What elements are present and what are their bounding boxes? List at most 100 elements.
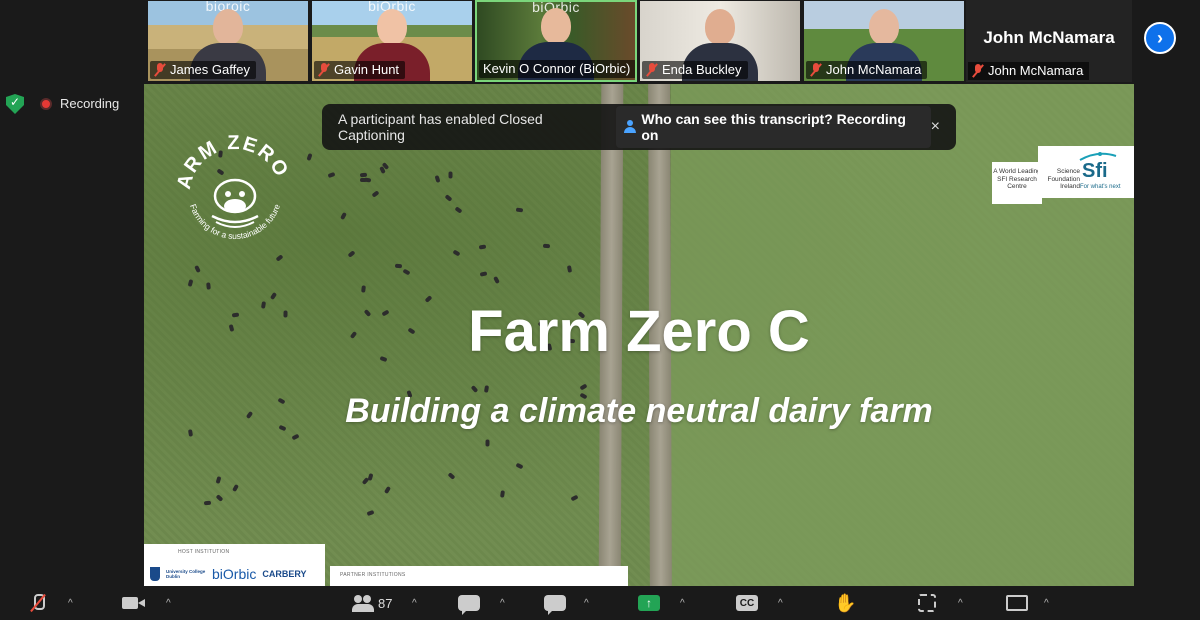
share-screen-button[interactable]: ↑ <box>638 592 660 614</box>
cow <box>216 476 222 484</box>
security-shield-icon[interactable] <box>6 94 24 114</box>
participants-button[interactable]: 87 <box>352 592 392 614</box>
cow <box>444 193 453 202</box>
host-caption: HOST INSTITUTION <box>178 549 230 555</box>
cow <box>361 477 369 486</box>
cow <box>359 172 368 177</box>
cow <box>193 264 201 273</box>
participant-name: James Gaffey <box>170 62 250 77</box>
participant-nameplate: John McNamara <box>806 61 928 79</box>
cow <box>447 472 456 481</box>
share-screen-icon: ↑ <box>638 595 660 611</box>
person-info-icon <box>623 120 636 134</box>
avatar <box>705 9 735 45</box>
cow <box>479 271 487 278</box>
mic-muted-icon <box>972 64 984 78</box>
cow <box>275 254 284 263</box>
shared-screen: FARM ZERO C Farming for a sustainable fu… <box>144 84 1134 586</box>
participant-name: John McNamara <box>826 62 922 77</box>
apps-icon <box>918 594 936 612</box>
cow <box>306 153 313 162</box>
participant-tile-no-video[interactable]: John McNamara John McNamara <box>966 0 1132 82</box>
cc-icon: CC <box>736 595 758 611</box>
video-button[interactable] <box>122 592 146 614</box>
cow <box>516 207 524 213</box>
notice-text: A participant has enabled Closed Caption… <box>338 111 543 143</box>
sfi-tagline: For what's next <box>1080 184 1121 190</box>
apps-options-caret[interactable]: ^ <box>958 592 963 614</box>
cow <box>215 494 224 502</box>
participant-nameplate: Gavin Hunt <box>314 61 406 79</box>
video-options-caret[interactable]: ^ <box>166 592 171 614</box>
participant-nameplate: James Gaffey <box>150 61 256 79</box>
slide-title: Farm Zero C <box>468 299 810 364</box>
featured-participant-name: John McNamara <box>983 28 1115 47</box>
cow <box>454 206 463 214</box>
raise-hand-button[interactable]: ✋ <box>834 592 856 614</box>
whiteboard-button[interactable] <box>1006 592 1028 614</box>
host-logo-ucd: University College Dublin <box>166 569 206 579</box>
cow <box>205 282 211 290</box>
transcript-info-link[interactable]: Who can see this transcript? Recording o… <box>615 106 931 148</box>
cow <box>339 211 347 220</box>
apps-button[interactable] <box>918 592 936 614</box>
participant-tile[interactable]: biOrbic Gavin Hunt <box>311 0 473 82</box>
participant-tile[interactable]: bioroic James Gaffey <box>147 0 309 82</box>
avatar <box>377 9 407 45</box>
qa-button[interactable] <box>458 592 480 615</box>
captioning-notice: A participant has enabled Closed Caption… <box>322 104 956 150</box>
mic-muted-icon <box>318 63 330 77</box>
cow <box>452 249 461 257</box>
meeting-toolbar: ^ ^ 87 ^ ^ ^ ↑ ^ CC ^ ✋ ^ ^ <box>0 586 1200 620</box>
mute-button[interactable] <box>30 592 45 614</box>
avatar <box>541 8 571 44</box>
participants-options-caret[interactable]: ^ <box>412 592 417 614</box>
cow <box>371 189 380 198</box>
participant-name: John McNamara <box>988 63 1084 78</box>
audio-options-caret[interactable]: ^ <box>68 592 73 614</box>
recording-label: Recording <box>60 96 120 111</box>
cow <box>478 244 487 250</box>
camera-icon <box>122 596 146 610</box>
qa-options-caret[interactable]: ^ <box>500 592 505 614</box>
mic-muted-icon <box>30 593 45 613</box>
partner-institutions-panel: PARTNER INSTITUTIONS <box>330 566 628 586</box>
mic-muted-icon <box>646 63 658 77</box>
cow <box>499 489 505 498</box>
whiteboard-icon <box>1006 595 1028 611</box>
cow <box>493 275 500 284</box>
cow <box>327 172 336 179</box>
chat-options-caret[interactable]: ^ <box>584 592 589 614</box>
raise-hand-icon: ✋ <box>834 592 857 613</box>
transcript-info-label: Who can see this transcript? Recording o… <box>641 111 906 143</box>
close-notice-button[interactable]: × <box>931 118 940 136</box>
participants-count: 87 <box>378 595 393 611</box>
participant-nameplate: Kevin O Connor (BiOrbic) <box>479 60 635 78</box>
participant-name: Gavin Hunt <box>334 62 400 77</box>
cow <box>515 463 524 470</box>
sfi-mark: Sfi <box>1082 160 1108 182</box>
sfi-research-centre-badge: A World Leading SFI Research Centre <box>992 162 1042 204</box>
next-page-button[interactable]: › <box>1144 22 1176 54</box>
participant-tile-active[interactable]: biOrbic Kevin O Connor (BiOrbic) <box>475 0 637 82</box>
cow <box>434 174 441 183</box>
chat-button[interactable] <box>544 592 566 615</box>
avatar <box>869 9 899 45</box>
recording-icon[interactable] <box>40 98 52 110</box>
cow <box>366 510 375 517</box>
participant-tile[interactable]: John McNamara <box>803 0 965 82</box>
captions-options-caret[interactable]: ^ <box>778 592 783 614</box>
participant-name: Kevin O Connor (BiOrbic) <box>483 61 631 76</box>
participant-nameplate: Enda Buckley <box>642 61 748 79</box>
participant-tile[interactable]: Enda Buckley <box>639 0 801 82</box>
avatar <box>213 9 243 45</box>
captions-button[interactable]: CC <box>736 592 758 614</box>
host-institution-panel: HOST INSTITUTION University College Dubl… <box>144 544 325 586</box>
whiteboard-options-caret[interactable]: ^ <box>1044 592 1049 614</box>
share-options-caret[interactable]: ^ <box>680 592 685 614</box>
cow <box>542 244 550 249</box>
cow <box>579 383 588 391</box>
sfi-logo: Science Foundation Ireland Sfi For what'… <box>1038 146 1134 198</box>
cow <box>203 500 212 506</box>
cow <box>187 278 194 287</box>
